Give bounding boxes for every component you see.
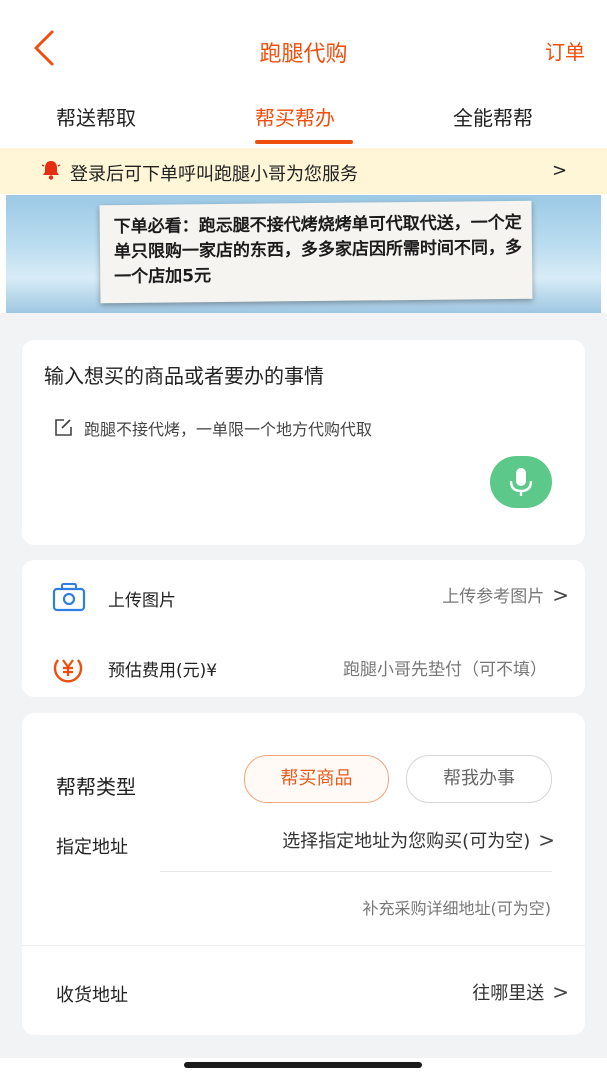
home-indicator <box>184 1062 422 1068</box>
notice-text: 下单必看：跑忈腿不接代烤烧烤单可代取代送，一个定单只限购一家店的东西，多多家店因… <box>113 212 523 288</box>
tab-all-help[interactable]: 全能帮帮 <box>453 102 533 131</box>
request-input-card: 输入想买的商品或者要办的事情 跑腿不接代烤，一单限一个地方代购代取 <box>22 340 585 545</box>
microphone-icon <box>509 468 533 496</box>
receive-address-hint: 往哪里送 <box>472 983 545 1004</box>
yen-icon <box>53 659 83 683</box>
divider <box>22 945 585 946</box>
divider <box>160 871 552 872</box>
page-title: 跑腿代购 <box>259 42 348 67</box>
estimated-fee-input[interactable]: 跑腿小哥先垫付（可不填） <box>343 655 547 680</box>
designated-address-text: 选择指定地址为您购买(可为空) <box>282 831 531 852</box>
upload-hint: 上传参考图片 <box>442 587 545 607</box>
request-textarea[interactable]: 跑腿不接代烤，一单限一个地方代购代取 <box>84 416 372 440</box>
chevron-right-icon: > <box>538 828 555 852</box>
upload-image-button[interactable]: 上传参考图片 > <box>442 582 569 607</box>
request-input-title: 输入想买的商品或者要办的事情 <box>44 364 324 388</box>
help-type-label: 帮帮类型 <box>56 775 136 799</box>
bell-icon <box>41 161 61 180</box>
upload-fee-card: 上传图片 上传参考图片 > 预估费用(元)¥ 跑腿小哥先垫付（可不填） <box>22 560 585 697</box>
help-type-errand-chip[interactable]: 帮我办事 <box>406 755 552 803</box>
login-banner[interactable]: 登录后可下单呼叫跑腿小哥为您服务 > <box>0 148 607 194</box>
login-banner-arrow: > <box>552 160 568 181</box>
tab-deliver-pickup[interactable]: 帮送帮取 <box>56 102 136 131</box>
tab-buy-errand[interactable]: 帮买帮办 <box>255 102 335 131</box>
login-banner-text: 登录后可下单呼叫跑腿小哥为您服务 <box>70 164 358 185</box>
edit-icon <box>55 419 72 436</box>
designated-address-select[interactable]: 选择指定地址为您购买(可为空) > <box>282 827 555 853</box>
voice-input-button[interactable] <box>490 456 552 508</box>
designated-address-label: 指定地址 <box>56 837 128 858</box>
active-tab-indicator <box>255 140 353 144</box>
camera-icon <box>52 583 86 612</box>
tab-bar: 帮送帮取 帮买帮办 全能帮帮 <box>0 80 607 144</box>
chevron-right-icon: > <box>552 583 569 607</box>
help-type-buy-chip[interactable]: 帮买商品 <box>244 755 389 803</box>
upload-image-label: 上传图片 <box>108 591 176 611</box>
receive-address-select[interactable]: 往哪里送 > <box>472 979 569 1005</box>
notice-banner: 下单必看：跑忈腿不接代烤烧烤单可代取代送，一个定单只限购一家店的东西，多多家店因… <box>6 195 601 313</box>
estimated-fee-label: 预估费用(元)¥ <box>108 661 218 681</box>
receive-address-label: 收货地址 <box>56 985 128 1006</box>
chevron-right-icon: > <box>552 980 569 1004</box>
orders-link[interactable]: 订单 <box>545 36 585 65</box>
notice-paper: 下单必看：跑忈腿不接代烤烧烤单可代取代送，一个定单只限购一家店的东西，多多家店因… <box>99 200 533 304</box>
help-type-card: 帮帮类型 帮买商品 帮我办事 指定地址 选择指定地址为您购买(可为空) > 补充采… <box>22 713 585 1035</box>
address-detail-input[interactable]: 补充采购详细地址(可为空) <box>363 895 552 919</box>
app-header: 跑腿代购 订单 <box>0 0 607 80</box>
